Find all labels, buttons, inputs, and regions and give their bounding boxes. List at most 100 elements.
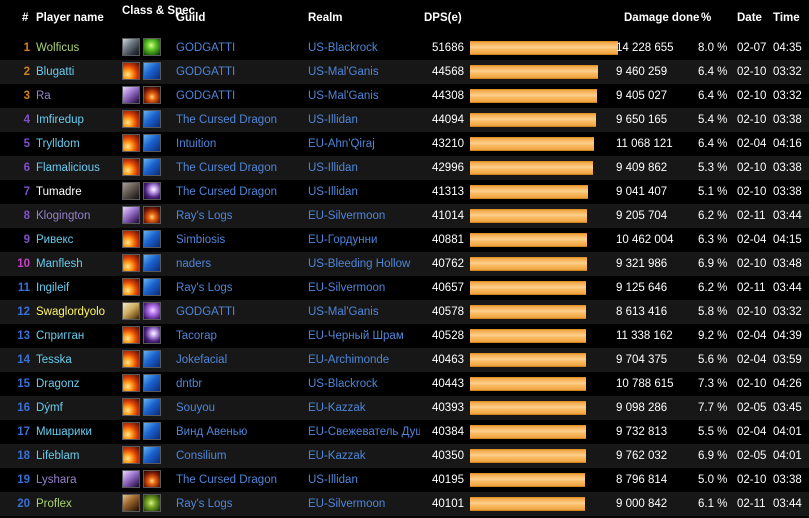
realm-link[interactable]: US-Mal'Ganis bbox=[308, 60, 420, 84]
player-name-link[interactable]: Swaglordyolo bbox=[36, 300, 120, 324]
realm-link[interactable]: EU-Kazzak bbox=[308, 396, 420, 420]
guild-link[interactable]: The Cursed Dragon bbox=[176, 108, 304, 132]
table-row[interactable]: 9 Ривекс Simbiosis EU-Гордунни 40881 10 462 0… bbox=[0, 228, 809, 252]
table-row[interactable]: 18 Lifeblam Consilium EU-Kazzak 40350 9 762 0… bbox=[0, 444, 809, 468]
realm-link[interactable]: EU-Гордунни bbox=[308, 228, 420, 252]
header-damage-done[interactable]: Damage done bbox=[624, 12, 699, 24]
header-guild[interactable]: Guild bbox=[176, 12, 205, 24]
guild-link[interactable]: GODGATTI bbox=[176, 60, 304, 84]
player-name-link[interactable]: Мишарики bbox=[36, 420, 120, 444]
guild-link[interactable]: Ray's Logs bbox=[176, 204, 304, 228]
table-row[interactable]: 7 Tumadre The Cursed Dragon US-Illidan 41313… bbox=[0, 180, 809, 204]
guild-link[interactable]: Tacorap bbox=[176, 324, 304, 348]
header-class-spec[interactable]: Class & Spec bbox=[122, 5, 195, 17]
player-name-link[interactable]: Flamalicious bbox=[36, 156, 120, 180]
table-row[interactable]: 10 Manflesh naders US-Bleeding Hollow 40762 9… bbox=[0, 252, 809, 276]
player-name-link[interactable]: Dragonz bbox=[36, 372, 120, 396]
guild-link[interactable]: The Cursed Dragon bbox=[176, 468, 304, 492]
fire-icon bbox=[122, 133, 140, 152]
player-name-link[interactable]: Lyshara bbox=[36, 468, 120, 492]
player-name-link[interactable]: Blugatti bbox=[36, 60, 120, 84]
realm-link[interactable]: US-Blackrock bbox=[308, 372, 420, 396]
realm-link[interactable]: US-Illidan bbox=[308, 180, 420, 204]
damage-done-value: 9 000 842 bbox=[616, 498, 668, 510]
realm-link[interactable]: US-Illidan bbox=[308, 468, 420, 492]
realm-link[interactable]: EU-Silvermoon bbox=[308, 276, 420, 300]
player-name-link[interactable]: Ривекс bbox=[36, 228, 120, 252]
table-row[interactable]: 4 Imfiredup The Cursed Dragon US-Illidan 440… bbox=[0, 108, 809, 132]
header-time[interactable]: Time bbox=[773, 12, 800, 24]
guild-link[interactable]: Ray's Logs bbox=[176, 492, 304, 516]
header-percent[interactable]: % bbox=[701, 12, 711, 24]
table-row[interactable]: 8 Klogington Ray's Logs EU-Silvermoon 41014 9… bbox=[0, 204, 809, 228]
realm-link[interactable]: EU-Silvermoon bbox=[308, 204, 420, 228]
realm-link[interactable]: EU-Черный Шрам bbox=[308, 324, 420, 348]
player-name-link[interactable]: Tumadre bbox=[36, 180, 120, 204]
header-date[interactable]: Date bbox=[737, 12, 762, 24]
player-name-link[interactable]: Manflesh bbox=[36, 252, 120, 276]
table-row[interactable]: 19 Lyshara The Cursed Dragon US-Illidan 4019… bbox=[0, 468, 809, 492]
table-row[interactable]: 20 Proflex Ray's Logs EU-Silvermoon 40101 9 0… bbox=[0, 492, 809, 516]
table-row[interactable]: 12 Swaglordyolo GODGATTI US-Mal'Ganis 40578 8… bbox=[0, 300, 809, 324]
player-name-link[interactable]: Proflex bbox=[36, 492, 120, 516]
header-player-name[interactable]: Player name bbox=[36, 12, 104, 24]
guild-link[interactable]: Souyou bbox=[176, 396, 304, 420]
table-row[interactable]: 11 Ingileif Ray's Logs EU-Silvermoon 40657 9 … bbox=[0, 276, 809, 300]
player-name-link[interactable]: Wolficus bbox=[36, 36, 120, 60]
player-name-link[interactable]: Ra bbox=[36, 84, 120, 108]
realm-link[interactable]: EU-Свежеватель Душ bbox=[308, 420, 420, 444]
player-name-link[interactable]: Ingileif bbox=[36, 276, 120, 300]
time-value: 03:38 bbox=[773, 474, 802, 486]
table-row[interactable]: 2 Blugatti GODGATTI US-Mal'Ganis 44568 9 460 … bbox=[0, 60, 809, 84]
realm-link[interactable]: EU-Ahn'Qiraj bbox=[308, 132, 420, 156]
realm-link[interactable]: US-Illidan bbox=[308, 156, 420, 180]
guild-link[interactable]: Ray's Logs bbox=[176, 276, 304, 300]
realm-link[interactable]: US-Mal'Ganis bbox=[308, 84, 420, 108]
dps-value: 51686 bbox=[432, 42, 464, 54]
table-row[interactable]: 13 Спригган Tacorap EU-Черный Шрам 40528 11 3… bbox=[0, 324, 809, 348]
guild-link[interactable]: GODGATTI bbox=[176, 84, 304, 108]
realm-link[interactable]: US-Blackrock bbox=[308, 36, 420, 60]
dps-bar-fill bbox=[470, 425, 586, 439]
table-row[interactable]: 16 Dýmf Souyou EU-Kazzak 40393 9 098 286 7.7 %… bbox=[0, 396, 809, 420]
guild-link[interactable]: Simbiosis bbox=[176, 228, 304, 252]
player-name-link[interactable]: Dýmf bbox=[36, 396, 120, 420]
player-name-link[interactable]: Lifeblam bbox=[36, 444, 120, 468]
player-name-link[interactable]: Tesska bbox=[36, 348, 120, 372]
header-rank[interactable]: # bbox=[22, 12, 28, 24]
player-name-link[interactable]: Imfiredup bbox=[36, 108, 120, 132]
guild-link[interactable]: The Cursed Dragon bbox=[176, 156, 304, 180]
time-value: 04:16 bbox=[773, 138, 802, 150]
damage-done-value: 9 041 407 bbox=[616, 186, 668, 198]
guild-link[interactable]: GODGATTI bbox=[176, 36, 304, 60]
table-row[interactable]: 6 Flamalicious The Cursed Dragon US-Illidan… bbox=[0, 156, 809, 180]
realm-link[interactable]: EU-Kazzak bbox=[308, 444, 420, 468]
guild-link[interactable]: The Cursed Dragon bbox=[176, 180, 304, 204]
guild-link[interactable]: Jokefacial bbox=[176, 348, 304, 372]
realm-link[interactable]: EU-Archimonde bbox=[308, 348, 420, 372]
realm-link[interactable]: US-Mal'Ganis bbox=[308, 300, 420, 324]
realm-link[interactable]: US-Bleeding Hollow bbox=[308, 252, 420, 276]
guild-link[interactable]: dntbr bbox=[176, 372, 304, 396]
player-name-link[interactable]: Klogington bbox=[36, 204, 120, 228]
table-row[interactable]: 1 Wolficus GODGATTI US-Blackrock 51686 14 228… bbox=[0, 36, 809, 60]
player-name-link[interactable]: Trylldom bbox=[36, 132, 120, 156]
table-row[interactable]: 17 Мишарики Винд Авенью EU-Свежеватель Душ 4… bbox=[0, 420, 809, 444]
realm-link[interactable]: US-Illidan bbox=[308, 108, 420, 132]
guild-link[interactable]: GODGATTI bbox=[176, 300, 304, 324]
damage-done-value: 11 338 162 bbox=[616, 330, 673, 342]
table-row[interactable]: 3 Ra GODGATTI US-Mal'Ganis 44308 9 405 027 6.4… bbox=[0, 84, 809, 108]
table-row[interactable]: 14 Tesska Jokefacial EU-Archimonde 40463 9 70… bbox=[0, 348, 809, 372]
table-row[interactable]: 15 Dragonz dntbr US-Blackrock 40443 10 788 61… bbox=[0, 372, 809, 396]
guild-link[interactable]: Intuition bbox=[176, 132, 304, 156]
header-realm[interactable]: Realm bbox=[308, 12, 343, 24]
guild-link[interactable]: Винд Авенью bbox=[176, 420, 304, 444]
damage-done-value: 9 732 813 bbox=[616, 426, 668, 438]
header-dps[interactable]: DPS(e) bbox=[424, 12, 462, 24]
percent-value: 6.4 % bbox=[698, 90, 728, 102]
table-row[interactable]: 5 Trylldom Intuition EU-Ahn'Qiraj 43210 11 06… bbox=[0, 132, 809, 156]
realm-link[interactable]: EU-Silvermoon bbox=[308, 492, 420, 516]
player-name-link[interactable]: Спригган bbox=[36, 324, 120, 348]
guild-link[interactable]: Consilium bbox=[176, 444, 304, 468]
guild-link[interactable]: naders bbox=[176, 252, 304, 276]
